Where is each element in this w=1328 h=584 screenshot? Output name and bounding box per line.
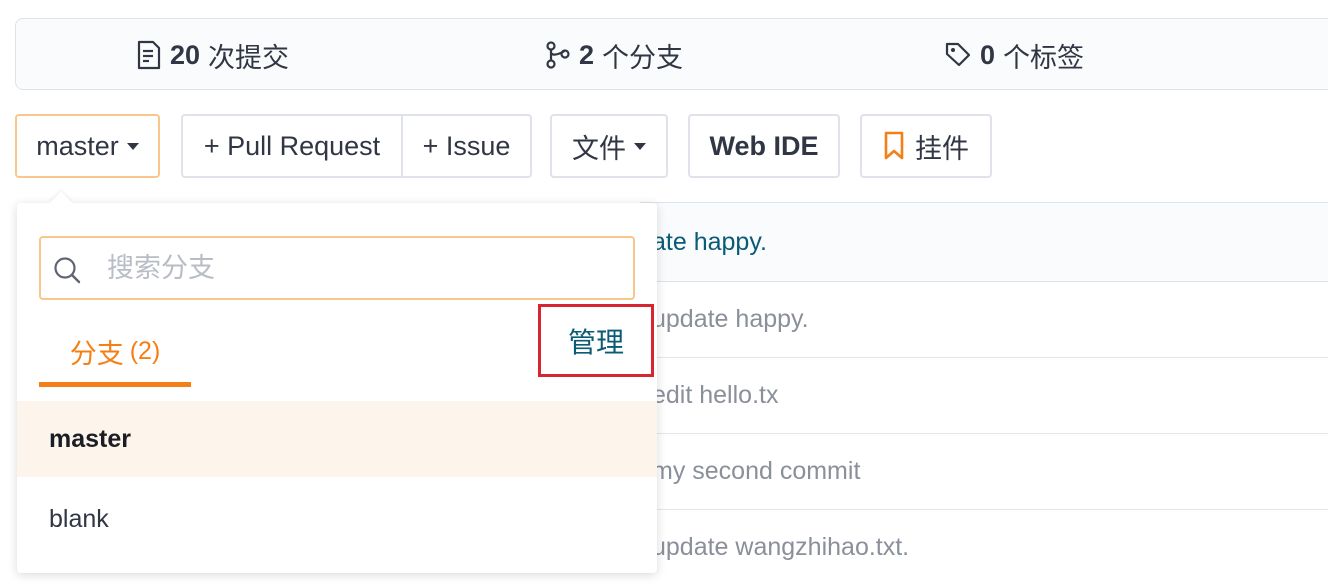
commits-count: 20: [170, 39, 201, 70]
commit-icon: [137, 40, 161, 70]
branch-select-label: master: [36, 130, 119, 161]
repo-stats-bar: 20 次提交 2 个分支 0 个标签: [15, 18, 1328, 90]
commit-row[interactable]: update happy.: [640, 282, 1328, 358]
branch-search-box[interactable]: [39, 236, 635, 300]
commit-row[interactable]: edit hello.tx: [640, 358, 1328, 434]
bookmark-icon: [884, 131, 904, 160]
branch-icon: [546, 41, 570, 69]
commits-label: 次提交: [208, 42, 290, 73]
commits-stat[interactable]: 20 次提交: [136, 19, 289, 91]
pr-issue-button-group: + Pull Request + Issue: [181, 114, 532, 178]
caret-down-icon: [126, 142, 139, 150]
tab-branches-count: (2): [129, 337, 161, 365]
commit-row[interactable]: my second commit: [640, 434, 1328, 510]
tags-label: 个标签: [1003, 42, 1085, 73]
branch-item-label: blank: [49, 504, 109, 533]
plugins-label: 挂件: [915, 133, 969, 164]
manage-branches-link[interactable]: 管理: [538, 304, 654, 377]
branch-item-label: master: [49, 424, 131, 453]
branches-stat[interactable]: 2 个分支: [545, 19, 683, 91]
new-issue-button[interactable]: + Issue: [403, 116, 530, 176]
branches-count: 2: [579, 39, 595, 70]
commit-row[interactable]: update wangzhihao.txt.: [640, 510, 1328, 584]
dropdown-arrow: [49, 191, 73, 215]
files-dropdown-button[interactable]: 文件: [550, 114, 668, 178]
tags-count: 0: [980, 39, 996, 70]
caret-down-icon: [634, 142, 646, 150]
web-ide-label: Web IDE: [709, 130, 819, 161]
search-icon: [54, 257, 81, 284]
tab-branches-label: 分支: [69, 339, 124, 369]
new-pull-request-button[interactable]: + Pull Request: [183, 116, 403, 176]
plugins-button[interactable]: 挂件: [860, 114, 992, 178]
tab-branches[interactable]: 分支 (2): [39, 321, 191, 387]
branch-item-master[interactable]: master: [17, 401, 657, 477]
tags-stat[interactable]: 0 个标签: [944, 19, 1084, 91]
branch-item-blank[interactable]: blank: [17, 481, 657, 557]
branch-select-button[interactable]: master: [15, 114, 160, 178]
branches-label: 个分支: [602, 42, 684, 73]
files-label: 文件: [572, 133, 626, 164]
latest-commit-message[interactable]: ate happy.: [640, 202, 1328, 282]
branch-search-input[interactable]: [107, 248, 607, 288]
web-ide-button[interactable]: Web IDE: [688, 114, 840, 178]
tag-icon: [945, 42, 971, 67]
branch-dropdown: 分支 (2) 管理 master blank: [17, 191, 657, 573]
